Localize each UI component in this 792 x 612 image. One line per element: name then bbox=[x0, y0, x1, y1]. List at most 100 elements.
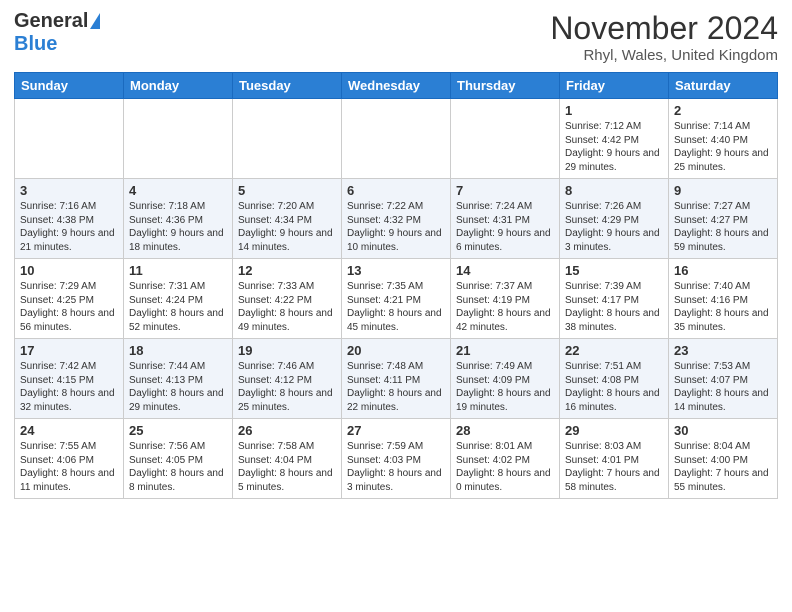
day-number: 18 bbox=[129, 343, 227, 358]
day-info: Sunrise: 7:27 AM Sunset: 4:27 PM Dayligh… bbox=[674, 200, 772, 254]
table-row: 14 Sunrise: 7:37 AM Sunset: 4:19 PM Dayli… bbox=[451, 259, 560, 339]
table-row: 22 Sunrise: 7:51 AM Sunset: 4:08 PM Dayli… bbox=[560, 339, 669, 419]
table-row bbox=[15, 99, 124, 179]
day-number: 16 bbox=[674, 263, 772, 278]
day-number: 25 bbox=[129, 423, 227, 438]
calendar-week-2: 3 Sunrise: 7:16 AM Sunset: 4:38 PM Daylig… bbox=[15, 179, 778, 259]
day-number: 10 bbox=[20, 263, 118, 278]
col-saturday: Saturday bbox=[669, 73, 778, 99]
day-number: 5 bbox=[238, 183, 336, 198]
table-row: 27 Sunrise: 7:59 AM Sunset: 4:03 PM Dayli… bbox=[342, 419, 451, 499]
day-number: 22 bbox=[565, 343, 663, 358]
month-title: November 2024 bbox=[550, 10, 778, 47]
table-row: 15Sunrise: 7:39 AM Sunset: 4:17 PM Dayli… bbox=[560, 259, 669, 339]
day-number: 27 bbox=[347, 423, 445, 438]
calendar-header-row: Sunday Monday Tuesday Wednesday Thursday… bbox=[15, 73, 778, 99]
col-sunday: Sunday bbox=[15, 73, 124, 99]
col-friday: Friday bbox=[560, 73, 669, 99]
day-number: 28 bbox=[456, 423, 554, 438]
day-info: Sunrise: 7:35 AM Sunset: 4:21 PM Dayligh… bbox=[347, 280, 445, 334]
table-row: 23 Sunrise: 7:53 AM Sunset: 4:07 PM Dayli… bbox=[669, 339, 778, 419]
table-row: 28 Sunrise: 8:01 AM Sunset: 4:02 PM Dayli… bbox=[451, 419, 560, 499]
col-tuesday: Tuesday bbox=[233, 73, 342, 99]
calendar-week-3: 10Sunrise: 7:29 AM Sunset: 4:25 PM Dayli… bbox=[15, 259, 778, 339]
calendar-week-1: 1 Sunrise: 7:12 AM Sunset: 4:42 PM Daylig… bbox=[15, 99, 778, 179]
day-info: Sunrise: 7:12 AM Sunset: 4:42 PM Dayligh… bbox=[565, 120, 663, 174]
logo-general-text: General bbox=[14, 10, 88, 33]
day-info: Sunrise: 8:03 AM Sunset: 4:01 PM Dayligh… bbox=[565, 440, 663, 494]
day-number: 19 bbox=[238, 343, 336, 358]
day-info: Sunrise: 7:55 AM Sunset: 4:06 PM Dayligh… bbox=[20, 440, 118, 494]
location: Rhyl, Wales, United Kingdom bbox=[550, 47, 778, 64]
page-container: General Blue November 2024 Rhyl, Wales, … bbox=[0, 0, 792, 505]
table-row bbox=[124, 99, 233, 179]
day-number: 13 bbox=[347, 263, 445, 278]
logo: General Blue bbox=[14, 10, 100, 56]
table-row bbox=[451, 99, 560, 179]
table-row: 30Sunrise: 8:04 AM Sunset: 4:00 PM Dayli… bbox=[669, 419, 778, 499]
table-row bbox=[233, 99, 342, 179]
table-row: 19Sunrise: 7:46 AM Sunset: 4:12 PM Dayli… bbox=[233, 339, 342, 419]
day-number: 26 bbox=[238, 423, 336, 438]
table-row: 12Sunrise: 7:33 AM Sunset: 4:22 PM Dayli… bbox=[233, 259, 342, 339]
table-row: 1 Sunrise: 7:12 AM Sunset: 4:42 PM Daylig… bbox=[560, 99, 669, 179]
day-info: Sunrise: 7:33 AM Sunset: 4:22 PM Dayligh… bbox=[238, 280, 336, 334]
day-info: Sunrise: 8:01 AM Sunset: 4:02 PM Dayligh… bbox=[456, 440, 554, 494]
table-row: 29 Sunrise: 8:03 AM Sunset: 4:01 PM Dayli… bbox=[560, 419, 669, 499]
day-number: 29 bbox=[565, 423, 663, 438]
day-info: Sunrise: 7:59 AM Sunset: 4:03 PM Dayligh… bbox=[347, 440, 445, 494]
day-info: Sunrise: 7:16 AM Sunset: 4:38 PM Dayligh… bbox=[20, 200, 118, 254]
table-row: 11 Sunrise: 7:31 AM Sunset: 4:24 PM Dayli… bbox=[124, 259, 233, 339]
day-info: Sunrise: 7:37 AM Sunset: 4:19 PM Dayligh… bbox=[456, 280, 554, 334]
day-info: Sunrise: 7:18 AM Sunset: 4:36 PM Dayligh… bbox=[129, 200, 227, 254]
day-info: Sunrise: 7:58 AM Sunset: 4:04 PM Dayligh… bbox=[238, 440, 336, 494]
day-info: Sunrise: 7:53 AM Sunset: 4:07 PM Dayligh… bbox=[674, 360, 772, 414]
logo-blue-text: Blue bbox=[14, 33, 57, 56]
day-info: Sunrise: 7:49 AM Sunset: 4:09 PM Dayligh… bbox=[456, 360, 554, 414]
table-row: 18Sunrise: 7:44 AM Sunset: 4:13 PM Dayli… bbox=[124, 339, 233, 419]
table-row: 6 Sunrise: 7:22 AM Sunset: 4:32 PM Daylig… bbox=[342, 179, 451, 259]
day-number: 20 bbox=[347, 343, 445, 358]
table-row: 2 Sunrise: 7:14 AM Sunset: 4:40 PM Daylig… bbox=[669, 99, 778, 179]
table-row: 24 Sunrise: 7:55 AM Sunset: 4:06 PM Dayli… bbox=[15, 419, 124, 499]
day-info: Sunrise: 7:31 AM Sunset: 4:24 PM Dayligh… bbox=[129, 280, 227, 334]
table-row: 21 Sunrise: 7:49 AM Sunset: 4:09 PM Dayli… bbox=[451, 339, 560, 419]
table-row: 20Sunrise: 7:48 AM Sunset: 4:11 PM Dayli… bbox=[342, 339, 451, 419]
day-number: 2 bbox=[674, 103, 772, 118]
day-number: 23 bbox=[674, 343, 772, 358]
col-monday: Monday bbox=[124, 73, 233, 99]
table-row: 26 Sunrise: 7:58 AM Sunset: 4:04 PM Dayli… bbox=[233, 419, 342, 499]
day-number: 11 bbox=[129, 263, 227, 278]
day-number: 21 bbox=[456, 343, 554, 358]
calendar-week-4: 17Sunrise: 7:42 AM Sunset: 4:15 PM Dayli… bbox=[15, 339, 778, 419]
day-info: Sunrise: 7:40 AM Sunset: 4:16 PM Dayligh… bbox=[674, 280, 772, 334]
day-number: 9 bbox=[674, 183, 772, 198]
table-row: 3 Sunrise: 7:16 AM Sunset: 4:38 PM Daylig… bbox=[15, 179, 124, 259]
day-info: Sunrise: 7:24 AM Sunset: 4:31 PM Dayligh… bbox=[456, 200, 554, 254]
day-number: 17 bbox=[20, 343, 118, 358]
day-info: Sunrise: 7:20 AM Sunset: 4:34 PM Dayligh… bbox=[238, 200, 336, 254]
table-row: 13 Sunrise: 7:35 AM Sunset: 4:21 PM Dayli… bbox=[342, 259, 451, 339]
day-info: Sunrise: 7:51 AM Sunset: 4:08 PM Dayligh… bbox=[565, 360, 663, 414]
table-row bbox=[342, 99, 451, 179]
calendar-week-5: 24 Sunrise: 7:55 AM Sunset: 4:06 PM Dayli… bbox=[15, 419, 778, 499]
col-wednesday: Wednesday bbox=[342, 73, 451, 99]
day-info: Sunrise: 7:39 AM Sunset: 4:17 PM Dayligh… bbox=[565, 280, 663, 334]
table-row: 5 Sunrise: 7:20 AM Sunset: 4:34 PM Daylig… bbox=[233, 179, 342, 259]
day-number: 6 bbox=[347, 183, 445, 198]
table-row: 8Sunrise: 7:26 AM Sunset: 4:29 PM Daylig… bbox=[560, 179, 669, 259]
day-number: 30 bbox=[674, 423, 772, 438]
day-number: 7 bbox=[456, 183, 554, 198]
table-row: 9 Sunrise: 7:27 AM Sunset: 4:27 PM Daylig… bbox=[669, 179, 778, 259]
day-number: 24 bbox=[20, 423, 118, 438]
day-number: 4 bbox=[129, 183, 227, 198]
day-number: 3 bbox=[20, 183, 118, 198]
table-row: 16 Sunrise: 7:40 AM Sunset: 4:16 PM Dayli… bbox=[669, 259, 778, 339]
day-number: 14 bbox=[456, 263, 554, 278]
day-info: Sunrise: 7:22 AM Sunset: 4:32 PM Dayligh… bbox=[347, 200, 445, 254]
day-info: Sunrise: 7:14 AM Sunset: 4:40 PM Dayligh… bbox=[674, 120, 772, 174]
title-section: November 2024 Rhyl, Wales, United Kingdo… bbox=[550, 10, 778, 64]
calendar-table: Sunday Monday Tuesday Wednesday Thursday… bbox=[14, 72, 778, 499]
day-number: 1 bbox=[565, 103, 663, 118]
day-number: 8 bbox=[565, 183, 663, 198]
